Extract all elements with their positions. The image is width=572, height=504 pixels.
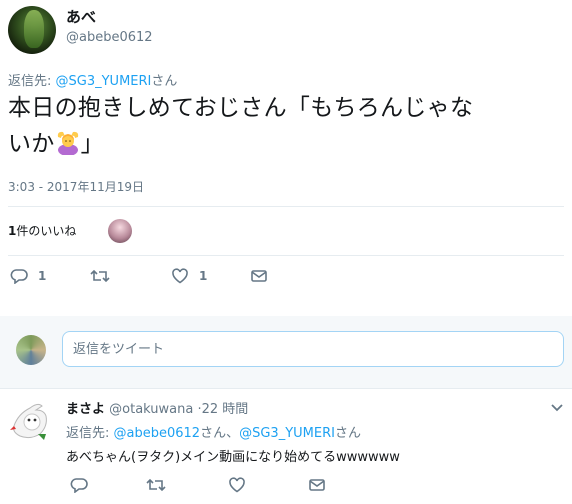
tweet-text: 本日の抱きしめておじさん「もちろんじゃな いか 」 (8, 90, 563, 162)
reply-author-handle[interactable]: @otakuwana (109, 402, 193, 417)
direct-message-action[interactable] (250, 268, 268, 284)
liker-avatar[interactable] (108, 219, 132, 243)
retweet-action[interactable] (90, 268, 120, 284)
like-count: 1 (199, 269, 208, 283)
current-user-avatar (16, 335, 46, 365)
reply-tweet-text: あべちゃん(ヲタク)メイン動画になり始めてるwwwwww (66, 450, 400, 465)
reply-count: 1 (38, 269, 47, 283)
reply-tweet-dm-action[interactable] (308, 477, 326, 493)
author-handle[interactable]: @abebe0612 (66, 30, 153, 45)
author-avatar[interactable] (8, 6, 56, 54)
reply-tweet-mention-sep: さん、 (200, 426, 240, 441)
chevron-down-icon (551, 404, 563, 412)
like-action[interactable]: 1 (171, 268, 207, 284)
reply-tweet-mention-2[interactable]: @SG3_YUMERI (239, 426, 335, 441)
envelope-icon (309, 479, 325, 491)
reply-author-display-name[interactable]: まさよ (66, 402, 105, 417)
envelope-icon (251, 270, 267, 282)
reply-author-line: まさよ @otakuwana ·22 時間 (66, 398, 248, 417)
ghost-character-icon (10, 403, 47, 440)
heart-icon (172, 268, 188, 284)
reply-input[interactable] (62, 331, 564, 367)
heart-icon (229, 477, 245, 493)
reply-tweet-mention-1[interactable]: @abebe0612 (114, 426, 201, 441)
reply-to-mention[interactable]: @SG3_YUMERI (56, 74, 152, 89)
reply-icon (70, 478, 88, 493)
reply-tweet-reply-prefix: 返信先: (66, 426, 114, 441)
reply-to-prefix: 返信先: (8, 74, 56, 89)
reply-tweet-mention-suffix: さん (334, 426, 361, 441)
reply-to-line: 返信先: @SG3_YUMERIさん (8, 70, 177, 89)
reply-action[interactable]: 1 (10, 268, 46, 284)
reply-time[interactable]: ·22 時間 (198, 402, 249, 417)
divider (0, 388, 572, 389)
divider (8, 206, 564, 207)
divider (8, 255, 564, 256)
more-options[interactable] (550, 398, 564, 417)
reply-tweet-reply-action[interactable] (70, 477, 88, 493)
author-display-name[interactable]: あべ (66, 6, 96, 27)
reply-author-avatar[interactable] (8, 396, 56, 444)
tweet-text-line-1: 本日の抱きしめておじさん「もちろんじゃな (8, 95, 474, 121)
likes-label: 件のいいね (16, 224, 77, 238)
retweet-icon (90, 269, 110, 283)
person-gesturing-ok-emoji-icon (57, 131, 78, 155)
reply-to-suffix: さん (151, 74, 178, 89)
reply-icon (10, 269, 28, 284)
reply-tweet-retweet-action[interactable] (146, 477, 166, 493)
tweet-text-line-2: いか 」 (8, 126, 563, 162)
tweet-text-line-2-pre: いか (8, 131, 55, 157)
tweet-timestamp[interactable]: 3:03 - 2017年11月19日 (8, 178, 144, 195)
likes-summary[interactable]: 1件のいいね (8, 222, 76, 239)
reply-tweet-like-action[interactable] (228, 477, 246, 493)
reply-tweet-reply-to: 返信先: @abebe0612さん、@SG3_YUMERIさん (66, 422, 361, 441)
tweet-text-line-2-post: 」 (80, 131, 104, 157)
retweet-icon (146, 478, 166, 492)
